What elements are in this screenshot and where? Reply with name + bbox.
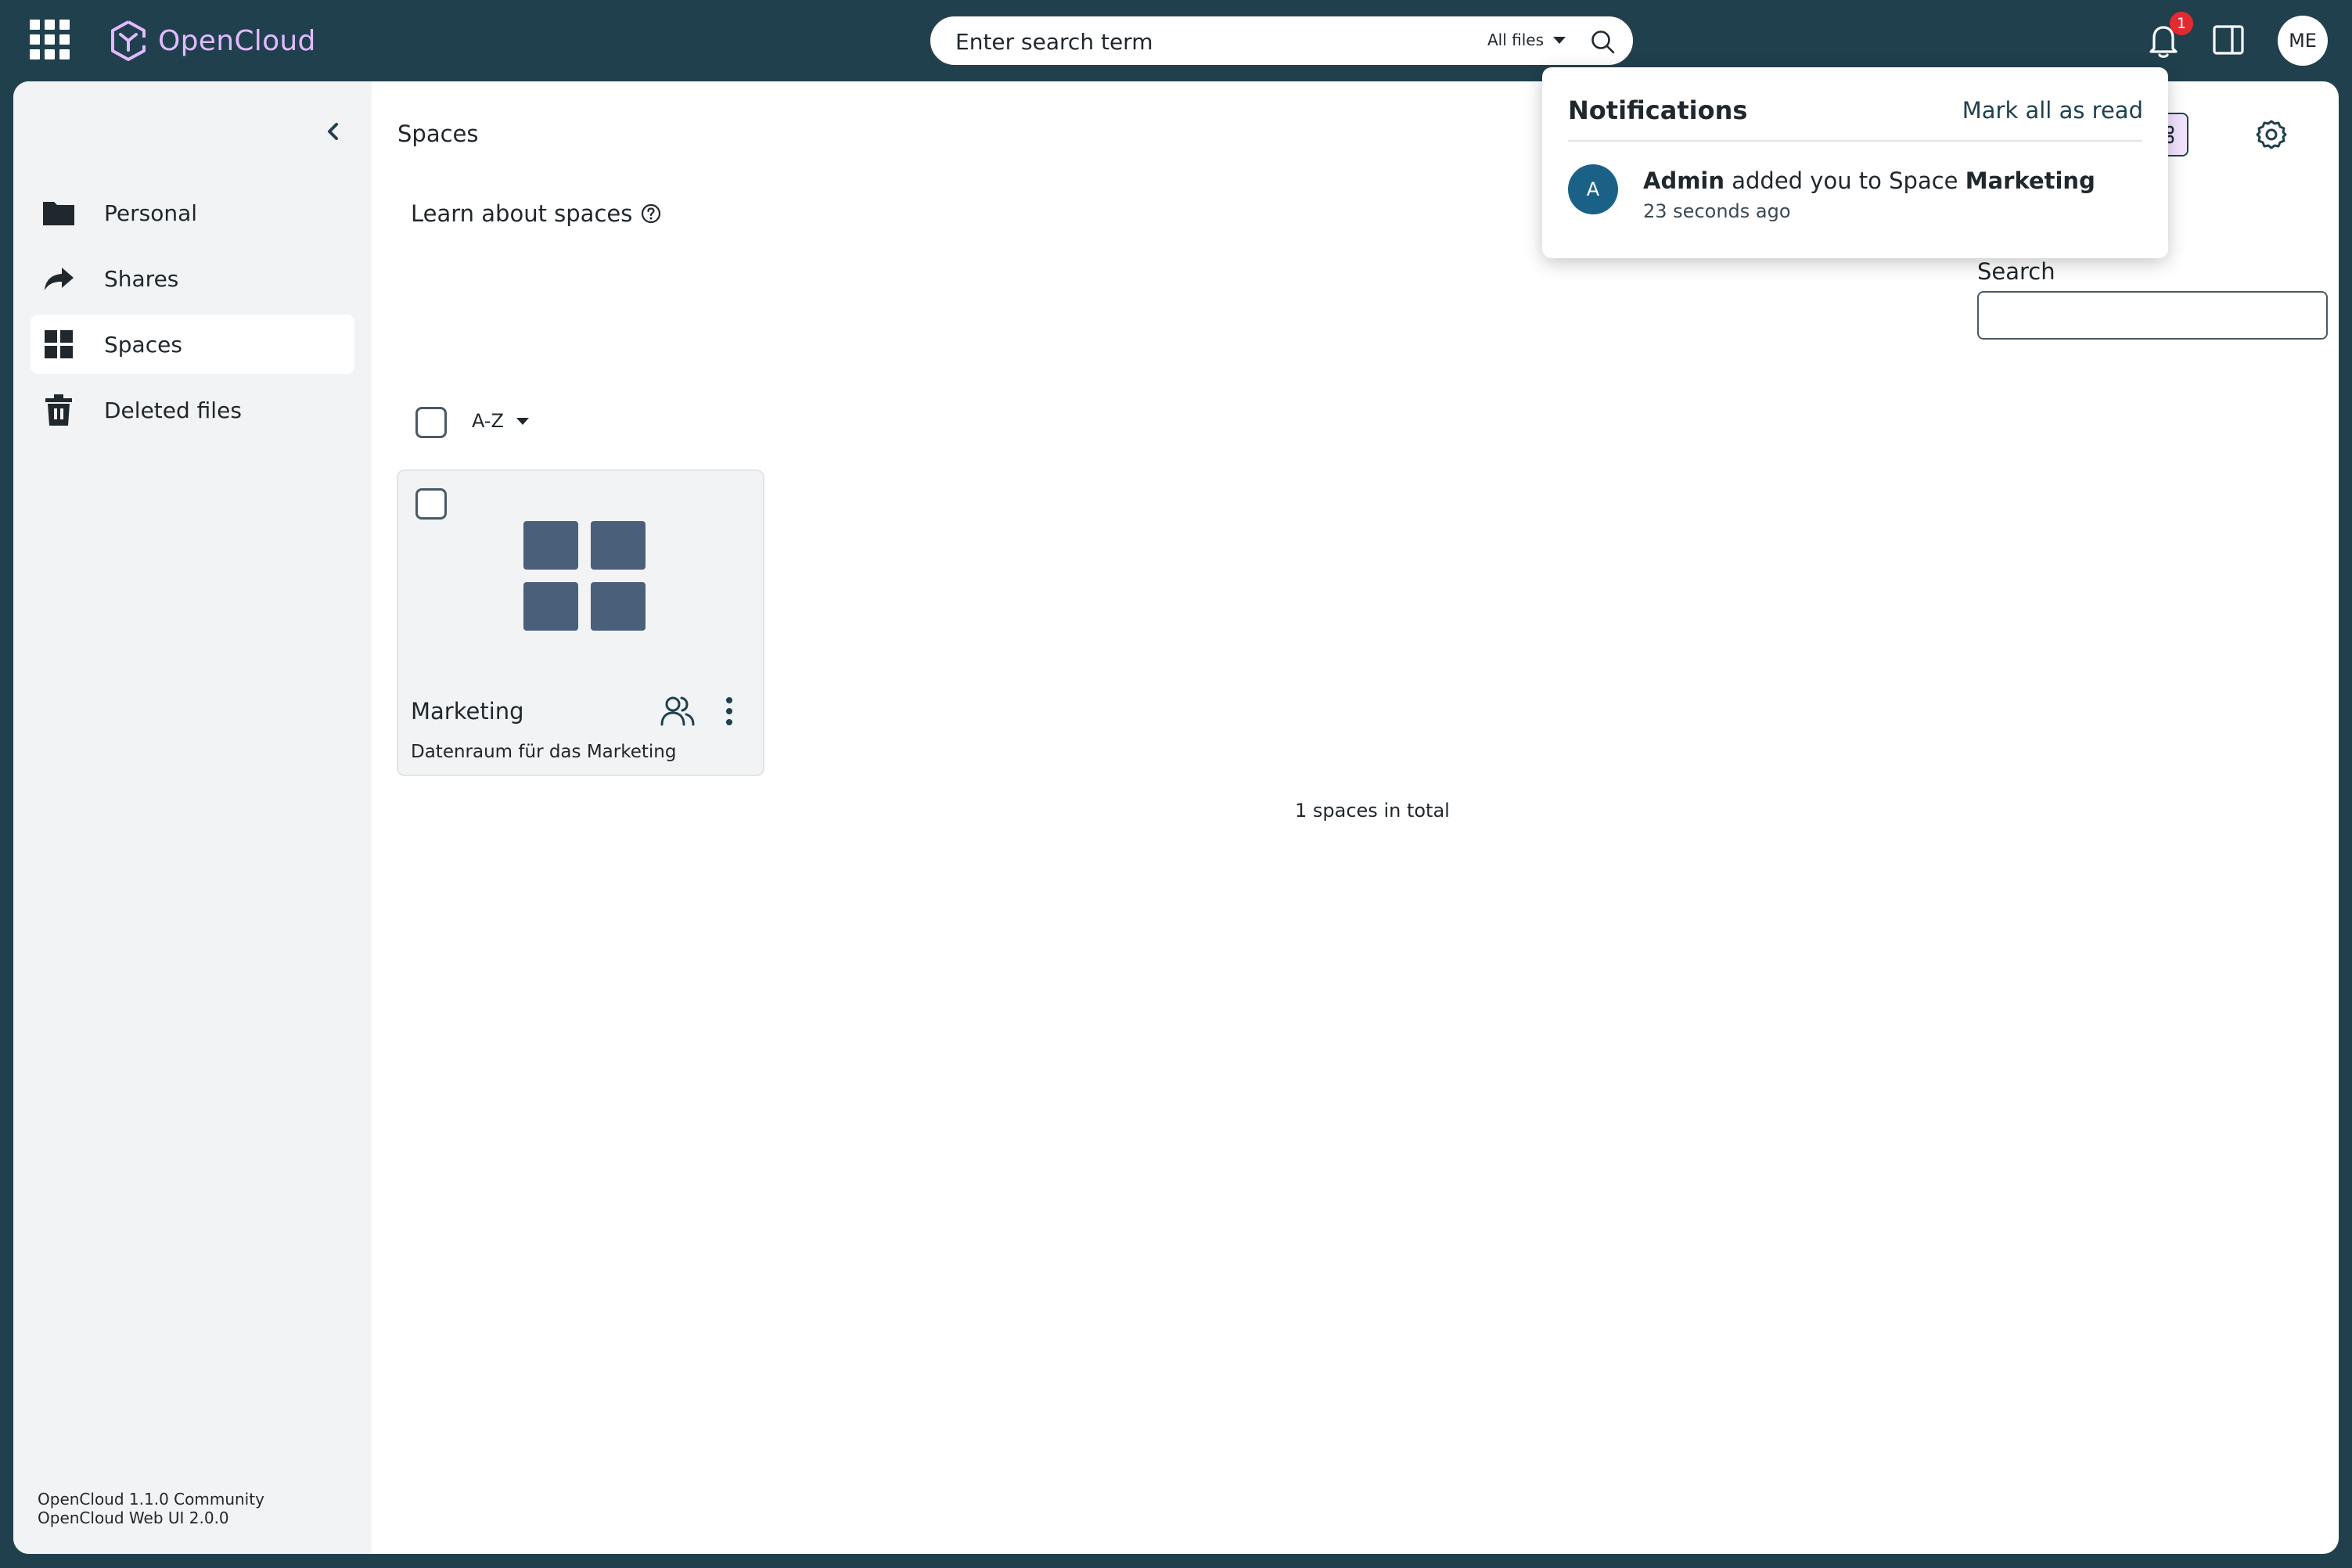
spaces-filter-input[interactable] bbox=[1977, 291, 2328, 340]
members-icon[interactable] bbox=[660, 693, 696, 729]
version-info: OpenCloud 1.1.0 Community OpenCloud Web … bbox=[38, 1490, 264, 1527]
space-card-checkbox[interactable] bbox=[415, 488, 447, 520]
collapse-sidebar-icon[interactable] bbox=[321, 119, 346, 144]
learn-about-spaces-link[interactable]: Learn about spaces bbox=[411, 200, 662, 227]
breadcrumb[interactable]: Spaces bbox=[397, 120, 478, 147]
sidebar-item-label: Spaces bbox=[104, 331, 182, 358]
notification-item[interactable]: A Admin added you to Space Marketing 23 … bbox=[1568, 164, 2142, 227]
sidebar-item-label: Personal bbox=[104, 200, 198, 226]
spaces-total-count: 1 spaces in total bbox=[1295, 800, 1450, 822]
help-icon bbox=[642, 203, 661, 224]
space-description: Datenraum für das Marketing bbox=[411, 742, 677, 762]
filter-search-label: Search bbox=[1977, 258, 2055, 285]
space-card[interactable]: Marketing Datenraum für das Marketing bbox=[397, 469, 764, 776]
user-menu-avatar[interactable]: ME bbox=[2278, 16, 2328, 66]
more-actions-icon[interactable] bbox=[714, 693, 744, 729]
notifications-dropdown: Notifications Mark all as read A Admin a… bbox=[1542, 67, 2168, 258]
search-icon[interactable] bbox=[1589, 28, 1616, 55]
web-ui-version: OpenCloud Web UI 2.0.0 bbox=[38, 1509, 229, 1527]
sort-label: A-Z bbox=[472, 410, 504, 432]
caret-down-icon bbox=[1553, 36, 1566, 44]
notification-badge: 1 bbox=[2170, 12, 2193, 35]
notification-actor: Admin bbox=[1643, 167, 1725, 194]
search-scope-label: All files bbox=[1487, 31, 1545, 49]
spaces-icon bbox=[45, 330, 73, 358]
main-panel: Personal Shares Spaces Deleted files Ope… bbox=[13, 81, 2339, 1554]
notification-action: added you to Space bbox=[1724, 167, 1965, 194]
notification-target: Marketing bbox=[1965, 167, 2095, 194]
space-name[interactable]: Marketing bbox=[411, 698, 524, 725]
content-area: Spaces Learn about spaces Search A-Z Mar… bbox=[372, 81, 2339, 1554]
sidebar-item-label: Deleted files bbox=[104, 397, 242, 423]
search-scope-dropdown[interactable]: All files bbox=[1487, 31, 1566, 49]
space-thumbnail-icon bbox=[523, 521, 646, 631]
sort-dropdown[interactable]: A-Z bbox=[472, 410, 529, 432]
sidebar-item-spaces[interactable]: Spaces bbox=[31, 315, 354, 374]
gear-icon[interactable] bbox=[2254, 117, 2289, 152]
avatar: A bbox=[1568, 164, 1618, 214]
trash-icon bbox=[45, 394, 72, 426]
divider bbox=[1568, 140, 2142, 142]
sidebar-item-personal[interactable]: Personal bbox=[31, 183, 354, 243]
side-panel-toggle-icon[interactable] bbox=[2212, 23, 2245, 56]
sidebar-item-shares[interactable]: Shares bbox=[31, 249, 354, 308]
notification-message: Admin added you to Space Marketing bbox=[1643, 167, 2095, 194]
global-search: All files bbox=[929, 15, 1635, 67]
opencloud-logo[interactable]: OpenCloud bbox=[110, 17, 316, 64]
share-icon bbox=[45, 268, 74, 290]
sidebar-item-label: Shares bbox=[104, 265, 179, 292]
notifications-title: Notifications bbox=[1568, 95, 1748, 125]
opencloud-logo-icon bbox=[111, 20, 146, 61]
app-name: OpenCloud bbox=[158, 24, 316, 57]
folder-icon bbox=[43, 202, 74, 225]
mark-all-read-button[interactable]: Mark all as read bbox=[1962, 97, 2143, 124]
select-all-checkbox[interactable] bbox=[415, 407, 447, 438]
notification-time: 23 seconds ago bbox=[1643, 200, 1791, 222]
sidebar-item-deleted-files[interactable]: Deleted files bbox=[31, 380, 354, 440]
app-switcher-icon[interactable] bbox=[30, 20, 70, 60]
backend-version: OpenCloud 1.1.0 Community bbox=[38, 1490, 264, 1509]
learn-link-label: Learn about spaces bbox=[411, 200, 633, 227]
caret-down-icon bbox=[516, 417, 529, 425]
sidebar: Personal Shares Spaces Deleted files Ope… bbox=[13, 81, 372, 1554]
search-input[interactable] bbox=[954, 26, 1364, 57]
